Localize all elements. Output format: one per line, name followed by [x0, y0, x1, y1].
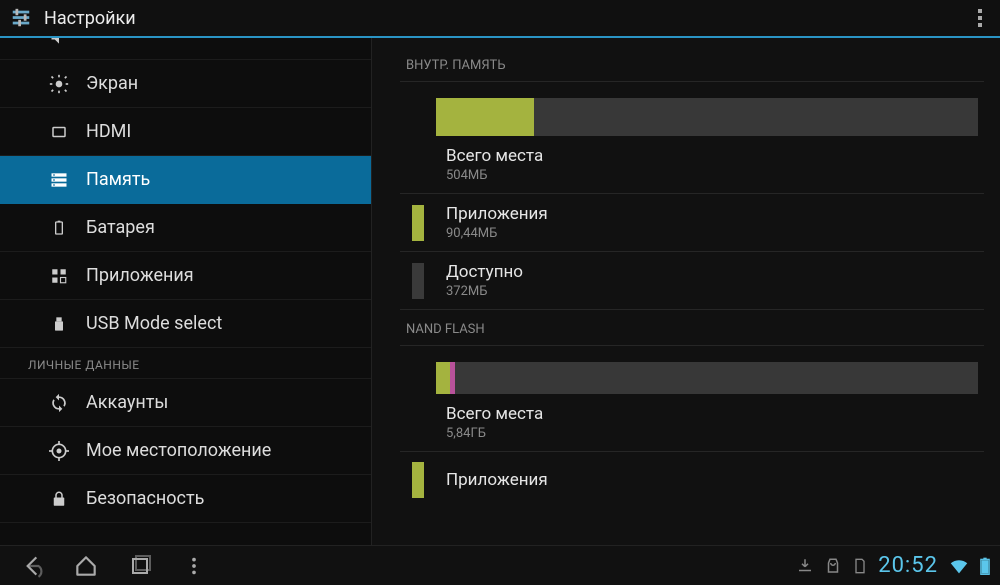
storage-bar-apps-seg [436, 98, 534, 136]
storage-icon [48, 169, 70, 191]
settings-icon [10, 7, 32, 29]
sidebar-item-label: USB Mode select [86, 313, 222, 334]
sidebar-item-storage[interactable]: Память [0, 156, 371, 204]
sound-icon [48, 38, 70, 48]
content: Звук Экран HDMI Память Батарея [0, 38, 1000, 545]
section-header-internal: ВНУТР. ПАМЯТЬ [400, 46, 984, 82]
lock-icon [48, 488, 70, 510]
back-icon[interactable] [18, 552, 46, 580]
sidebar-item-hdmi[interactable]: HDMI [0, 108, 371, 156]
battery-status-icon [980, 556, 990, 576]
usb-icon [48, 313, 70, 335]
nand-row-apps[interactable]: Приложения [400, 452, 984, 508]
row-value: 372МБ [446, 284, 523, 299]
row-label: Всего места [446, 404, 543, 424]
sidebar-item-label: Аккаунты [86, 392, 168, 413]
sidebar-item-security[interactable]: Безопасность [0, 475, 371, 523]
row-label: Приложения [446, 204, 548, 224]
sidebar-item-usb[interactable]: USB Mode select [0, 300, 371, 348]
row-label: Приложения [446, 470, 548, 490]
wifi-icon [948, 555, 970, 577]
row-value: 5,84ГБ [446, 426, 543, 441]
sidebar-item-sound[interactable]: Звук [0, 38, 371, 60]
sidebar-item-accounts[interactable]: Аккаунты [0, 379, 371, 427]
row-label: Всего места [446, 146, 543, 166]
swatch-none [412, 405, 424, 441]
sidebar-item-location[interactable]: Мое местоположение [0, 427, 371, 475]
sidebar-item-label: HDMI [86, 121, 131, 142]
sidebar-item-label: Приложения [86, 265, 194, 286]
nand-bar-seg-0 [436, 362, 450, 394]
sidebar-item-label: Память [86, 169, 150, 190]
brightness-icon [48, 73, 70, 95]
section-header-nand: NAND FLASH [400, 310, 984, 346]
status-clock[interactable]: 20:52 [878, 553, 938, 578]
page-title: Настройки [44, 8, 136, 29]
storage-row-apps[interactable]: Приложения 90,44МБ [400, 194, 984, 252]
storage-row-total[interactable]: Всего места 504МБ [400, 136, 984, 194]
download-complete-icon [796, 557, 814, 575]
location-icon [48, 440, 70, 462]
home-icon[interactable] [72, 552, 100, 580]
row-value: 90,44МБ [446, 226, 548, 241]
row-label: Доступно [446, 262, 523, 282]
system-navbar: 20:52 [0, 545, 1000, 585]
titlebar: Настройки [0, 0, 1000, 38]
menu-dots-icon[interactable] [180, 552, 208, 580]
status-tray[interactable] [796, 557, 868, 575]
sidebar-item-label: Безопасность [86, 488, 204, 509]
overflow-menu-icon[interactable] [970, 3, 990, 33]
hdmi-icon [48, 121, 70, 143]
main-panel: ВНУТР. ПАМЯТЬ Всего места 504МБ Приложен… [372, 38, 1000, 545]
row-value: 504МБ [446, 168, 543, 183]
swatch-apps [412, 205, 424, 241]
sidebar-item-display[interactable]: Экран [0, 60, 371, 108]
battery-icon [48, 217, 70, 239]
sidebar-item-label: Экран [86, 73, 138, 94]
swatch-apps [412, 462, 424, 498]
swatch-available [412, 263, 424, 299]
sync-icon [48, 392, 70, 414]
swatch-none [412, 147, 424, 183]
sidebar-item-apps[interactable]: Приложения [0, 252, 371, 300]
storage-bar-internal [436, 98, 978, 136]
sidebar: Звук Экран HDMI Память Батарея [0, 38, 372, 545]
storage-bar-nand [436, 362, 978, 394]
nand-bar-seg-1 [450, 362, 455, 394]
sidebar-item-label: Мое местоположение [86, 440, 271, 461]
sidebar-item-label: Батарея [86, 217, 155, 238]
sd-card-icon [852, 557, 868, 575]
sidebar-item-battery[interactable]: Батарея [0, 204, 371, 252]
apps-icon [48, 265, 70, 287]
store-icon [824, 557, 842, 575]
sidebar-section-personal: ЛИЧНЫЕ ДАННЫЕ [0, 348, 371, 379]
nand-row-total[interactable]: Всего места 5,84ГБ [400, 394, 984, 452]
storage-row-available[interactable]: Доступно 372МБ [400, 252, 984, 310]
recent-apps-icon[interactable] [126, 552, 154, 580]
